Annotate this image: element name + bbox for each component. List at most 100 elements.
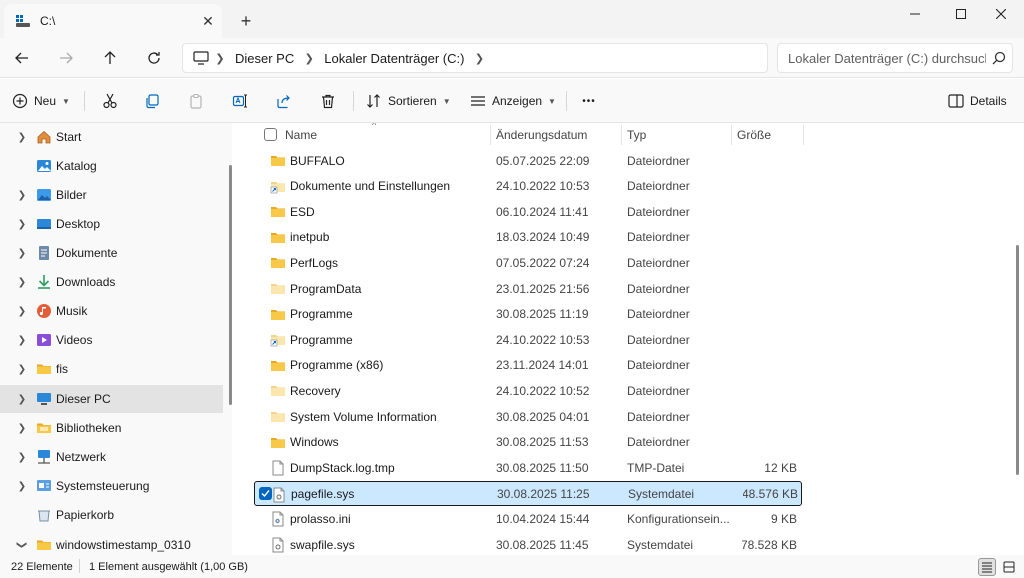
file-row[interactable]: ESD 06.10.2024 11:41 Dateiordner: [254, 199, 802, 224]
file-row[interactable]: pagefile.sys 30.08.2025 11:25 Systemdatei 1…: [254, 480, 802, 506]
file-row[interactable]: System Volume Information 30.08.2025 04:0…: [254, 404, 802, 429]
paste-button[interactable]: [184, 87, 208, 115]
file-date: 30.08.2025 11:45: [496, 537, 589, 552]
file-size: [742, 250, 797, 275]
file-name: Windows: [290, 435, 339, 450]
address-bar[interactable]: ❯ Dieser PC ❯ Lokaler Datenträger (C:) ❯: [182, 43, 768, 73]
chevron-right-icon[interactable]: ❯: [17, 297, 27, 325]
chevron-down-icon[interactable]: ❯: [8, 540, 36, 550]
chevron-right-icon[interactable]: ❯: [17, 443, 27, 471]
file-row[interactable]: swapfile.sys 30.08.2025 11:45 Systemdatei 2…: [254, 532, 802, 555]
up-button[interactable]: [94, 44, 126, 72]
share-button[interactable]: [272, 87, 296, 115]
details-view-icon: [981, 561, 993, 573]
refresh-button[interactable]: [138, 44, 170, 72]
file-row[interactable]: DumpStack.log.tmp 30.08.2025 11:50 TMP-Dat…: [254, 455, 802, 480]
sidebar-item-desktop[interactable]: ❯ Desktop: [0, 210, 223, 238]
chevron-right-icon[interactable]: ❯: [17, 123, 27, 151]
column-size[interactable]: Größe: [731, 123, 803, 147]
tab-title: C:\: [40, 14, 56, 28]
breadcrumb-chevron-icon[interactable]: ❯: [468, 52, 490, 65]
chevron-right-icon[interactable]: ❯: [17, 414, 27, 442]
sidebar-item-fis[interactable]: ❯ fis: [0, 355, 223, 383]
cut-button[interactable]: [98, 87, 122, 115]
file-row[interactable]: Windows 30.08.2025 11:53 Dateiordner: [254, 430, 802, 455]
file-type: Konfigurationsein...: [627, 511, 730, 526]
sidebar-item-dokumente[interactable]: ❯ Dokumente: [0, 239, 223, 267]
file-row[interactable]: BUFFALO 05.07.2025 22:09 Dateiordner: [254, 148, 802, 173]
trash-icon: [320, 93, 336, 109]
sidebar-item-papierkorb[interactable]: Papierkorb: [0, 501, 223, 529]
details-pane-button[interactable]: Details: [948, 87, 1007, 115]
sidebar-item-windowstimestamp[interactable]: ❯ windowstimestamp_0310: [0, 531, 223, 555]
sidebar-item-systemsteuerung[interactable]: ❯ Systemsteuerung: [0, 472, 223, 500]
chevron-right-icon[interactable]: ❯: [17, 355, 27, 383]
system-file-icon: [271, 487, 287, 503]
file-row[interactable]: Dokumente und Einstellungen 24.10.2022 10…: [254, 174, 802, 199]
search-input[interactable]: Lokaler Datenträger (C:) durchsuchen: [788, 51, 986, 66]
home-icon: [36, 129, 52, 145]
minimize-button[interactable]: [892, 0, 938, 28]
file-row[interactable]: Recovery 24.10.2022 10:52 Dateiordner: [254, 378, 802, 403]
column-name[interactable]: Name: [279, 123, 487, 147]
breadcrumb-local-disk[interactable]: Lokaler Datenträger (C:): [320, 51, 468, 66]
sidebar-item-downloads[interactable]: ❯ Downloads: [0, 268, 223, 296]
close-window-button[interactable]: [978, 0, 1024, 28]
chevron-down-icon: ▼: [548, 96, 556, 106]
new-button[interactable]: Neu ▼: [12, 87, 70, 115]
file-type: Dateiordner: [627, 281, 690, 296]
select-all-checkbox[interactable]: [264, 128, 277, 141]
column-divider[interactable]: [803, 125, 804, 145]
chevron-right-icon[interactable]: ❯: [17, 326, 27, 354]
chevron-right-icon[interactable]: ❯: [17, 268, 27, 296]
file-row[interactable]: Programme 30.08.2025 11:19 Dateiordner: [254, 302, 802, 327]
breadcrumb-chevron-icon[interactable]: ❯: [209, 52, 231, 65]
sidebar-item-this-pc[interactable]: ❯ Dieser PC: [0, 385, 223, 413]
back-button[interactable]: [6, 44, 38, 72]
sidebar-item-start[interactable]: ❯ Start: [0, 123, 223, 151]
status-bar: 22 Elemente 1 Element ausgewählt (1,00 G…: [0, 555, 1024, 578]
file-row[interactable]: inetpub 18.03.2024 10:49 Dateiordner: [254, 225, 802, 250]
column-type[interactable]: Typ: [621, 123, 731, 147]
column-date[interactable]: Änderungsdatum: [490, 123, 621, 147]
search-box[interactable]: Lokaler Datenträger (C:) durchsuchen: [777, 43, 1013, 73]
rename-button[interactable]: [228, 87, 252, 115]
file-name: PerfLogs: [290, 255, 339, 270]
file-row[interactable]: ProgramData 23.01.2025 21:56 Dateiordner: [254, 276, 802, 301]
file-list: ^ Name Änderungsdatum Typ Größe BUFFALO 0…: [232, 123, 1024, 555]
breadcrumb-this-pc[interactable]: Dieser PC: [231, 51, 298, 66]
file-row[interactable]: Programme (x86) 23.11.2024 14:01 Dateiordn…: [254, 353, 802, 378]
file-row[interactable]: PerfLogs 07.05.2022 07:24 Dateiordner: [254, 250, 802, 275]
sidebar-item-videos[interactable]: ❯ Videos: [0, 326, 223, 354]
file-name: inetpub: [290, 230, 330, 245]
search-icon[interactable]: [986, 51, 1012, 65]
sidebar-item-bilder[interactable]: ❯ Bilder: [0, 181, 223, 209]
close-tab-icon[interactable]: ✕: [194, 7, 222, 35]
more-options-button[interactable]: •••: [578, 87, 600, 115]
details-view-button[interactable]: [978, 558, 996, 576]
pictures-icon: [36, 187, 52, 203]
chevron-right-icon[interactable]: ❯: [17, 239, 27, 267]
chevron-right-icon[interactable]: ❯: [17, 472, 27, 500]
file-row[interactable]: Programme 24.10.2022 10:53 Dateiordner: [254, 327, 802, 352]
sidebar-item-katalog[interactable]: Katalog: [0, 152, 223, 180]
new-tab-button[interactable]: +: [232, 8, 260, 34]
sidebar-item-musik[interactable]: ❯ Musik: [0, 297, 223, 325]
forward-button[interactable]: [50, 44, 82, 72]
folder-icon: [270, 230, 286, 246]
chevron-right-icon[interactable]: ❯: [17, 385, 27, 413]
breadcrumb-chevron-icon[interactable]: ❯: [298, 52, 320, 65]
chevron-right-icon[interactable]: ❯: [17, 210, 27, 238]
sidebar-item-netzwerk[interactable]: ❯ Netzwerk: [0, 443, 223, 471]
file-date: 30.08.2025 11:19: [496, 307, 589, 322]
tiles-view-button[interactable]: [1000, 558, 1018, 576]
delete-button[interactable]: [316, 87, 340, 115]
file-row[interactable]: prolasso.ini 10.04.2024 15:44 Konfiguratio…: [254, 506, 802, 531]
content-scrollbar[interactable]: [1016, 245, 1019, 475]
sidebar-item-bibliotheken[interactable]: ❯ Bibliotheken: [0, 414, 223, 442]
chevron-right-icon[interactable]: ❯: [17, 181, 27, 209]
tab-active[interactable]: C:\ ✕: [4, 4, 222, 38]
sort-button[interactable]: Sortieren ▼: [366, 87, 451, 115]
view-button[interactable]: Anzeigen ▼: [470, 87, 556, 115]
copy-button[interactable]: [140, 87, 164, 115]
